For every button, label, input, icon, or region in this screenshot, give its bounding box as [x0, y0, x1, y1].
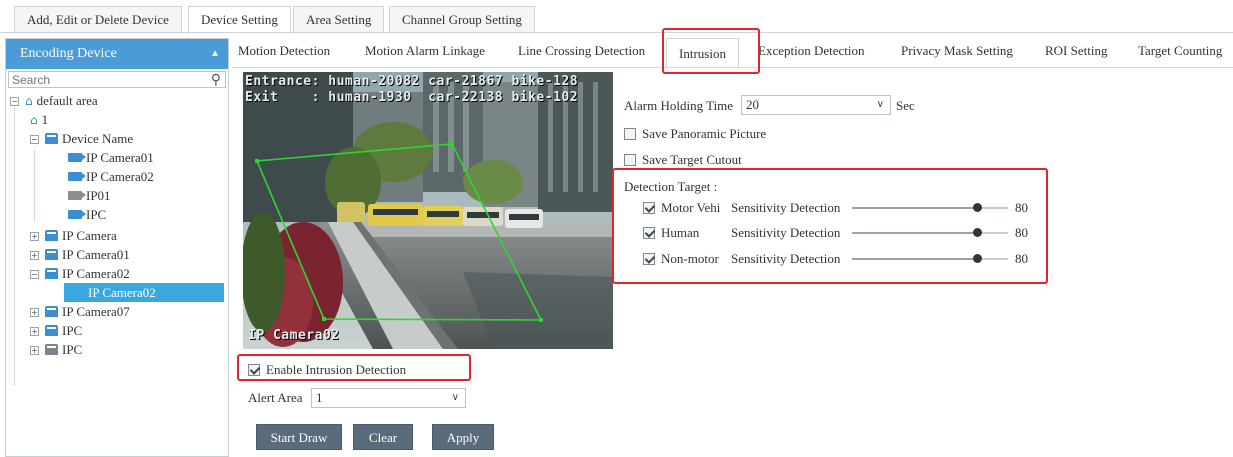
- device-icon: [45, 268, 58, 279]
- checkbox-icon[interactable]: [624, 154, 636, 166]
- expand-icon[interactable]: +: [30, 251, 39, 260]
- tab-line-crossing-detection[interactable]: Line Crossing Detection: [518, 36, 645, 66]
- tree-node-ipc-device-offline[interactable]: + IPC: [30, 340, 82, 359]
- sidebar-title: Encoding Device: [20, 46, 117, 61]
- save-target-cutout-checkbox[interactable]: Save Target Cutout: [624, 152, 742, 168]
- camera-icon: [68, 153, 86, 162]
- tree-node-ipc-device[interactable]: + IPC: [30, 321, 82, 340]
- tree-guide-line: [34, 151, 35, 221]
- tree-node-ip-camera07[interactable]: + IP Camera07: [30, 302, 130, 321]
- tree-label: IP Camera: [62, 228, 117, 243]
- device-icon: [45, 306, 58, 317]
- tab-roi-setting[interactable]: ROI Setting: [1045, 36, 1107, 66]
- osd-entrance-counts: Entrance: human-20082 car-21867 bike-128: [245, 74, 579, 89]
- tree-label: IPC: [86, 207, 107, 222]
- device-icon: [45, 133, 58, 144]
- osd-exit-counts: Exit : human-1930 car-22138 bike-102: [245, 90, 579, 105]
- highlight-intrusion-tab: [662, 28, 760, 74]
- start-draw-button[interactable]: Start Draw: [256, 424, 342, 450]
- camera-icon: [68, 172, 86, 181]
- tab-add-edit-delete-device[interactable]: Add, Edit or Delete Device: [14, 6, 182, 32]
- tree-label: IPC: [62, 342, 83, 357]
- search-icon[interactable]: ⚲: [211, 72, 221, 89]
- highlight-enable-intrusion: [237, 354, 471, 381]
- device-icon: [45, 325, 58, 336]
- video-preview[interactable]: Entrance: human-20082 car-21867 bike-128…: [243, 72, 613, 349]
- osd-camera-name: IP Camera02: [248, 328, 340, 343]
- camera-icon: [68, 210, 86, 219]
- alert-area-value: 1: [316, 390, 323, 405]
- tree-node-default-area[interactable]: − ⌂ default area: [10, 91, 98, 110]
- search-input[interactable]: [9, 72, 189, 88]
- tree-node-ip-camera02-device[interactable]: − IP Camera02: [30, 264, 130, 283]
- tab-motion-detection[interactable]: Motion Detection: [238, 36, 330, 66]
- tree-label: IP Camera02: [86, 169, 154, 184]
- chevron-down-icon: ∨: [451, 392, 459, 403]
- tree-node-ip-camera01-device[interactable]: + IP Camera01: [30, 245, 130, 264]
- tree-node-ip-camera02[interactable]: IP Camera02: [68, 167, 154, 186]
- alarm-holding-unit: Sec: [896, 98, 915, 113]
- tab-exception-detection[interactable]: Exception Detection: [758, 36, 865, 66]
- alarm-holding-time-select[interactable]: 20 ∨: [741, 95, 891, 115]
- checkbox-icon[interactable]: [624, 128, 636, 140]
- camera-offline-icon: [68, 191, 86, 200]
- device-offline-icon: [45, 344, 58, 355]
- sidebar-header[interactable]: Encoding Device ▲: [6, 39, 228, 69]
- tree-label: Device Name: [62, 131, 134, 146]
- save-cutout-label: Save Target Cutout: [642, 152, 742, 167]
- alarm-holding-time-value: 20: [746, 97, 759, 112]
- tab-area-setting[interactable]: Area Setting: [293, 6, 385, 32]
- tree-node-ip-camera01[interactable]: IP Camera01: [68, 148, 154, 167]
- home-icon: ⌂: [30, 113, 38, 127]
- chevron-down-icon: ∨: [876, 99, 884, 110]
- apply-button[interactable]: Apply: [432, 424, 494, 450]
- expand-icon[interactable]: +: [30, 308, 39, 317]
- device-sidebar: Encoding Device ▲ ⚲ −⌂default area ⌂1 −D…: [5, 38, 229, 457]
- expand-icon[interactable]: +: [30, 327, 39, 336]
- tree-label: IPC: [62, 323, 83, 338]
- tree-node-ip01[interactable]: IP01: [68, 186, 111, 205]
- tree-label: 1: [41, 112, 49, 127]
- tree-label: IP Camera01: [62, 247, 130, 262]
- search-box: ⚲: [8, 71, 226, 88]
- tab-device-setting[interactable]: Device Setting: [188, 6, 291, 34]
- collapse-icon[interactable]: −: [30, 135, 39, 144]
- tree-label: IP Camera07: [62, 304, 130, 319]
- alarm-holding-time-label: Alarm Holding Time: [624, 98, 734, 113]
- tree-label: IP Camera02: [88, 285, 156, 300]
- tree-node-ipc[interactable]: IPC: [68, 205, 106, 224]
- tree-label: default area: [36, 93, 98, 108]
- collapse-icon[interactable]: −: [10, 97, 19, 106]
- save-panoramic-label: Save Panoramic Picture: [642, 126, 767, 141]
- tab-channel-group-setting[interactable]: Channel Group Setting: [389, 6, 535, 32]
- device-icon: [45, 249, 58, 260]
- tab-target-counting[interactable]: Target Counting: [1138, 36, 1222, 66]
- tree-node-ip-camera02-channel[interactable]: IP Camera02: [64, 283, 224, 302]
- collapse-icon[interactable]: −: [30, 270, 39, 279]
- tree-node-ip-camera[interactable]: + IP Camera: [30, 226, 117, 245]
- home-icon: ⌂: [25, 94, 33, 108]
- tab-privacy-mask-setting[interactable]: Privacy Mask Setting: [901, 36, 1013, 66]
- tree-label: IP Camera02: [62, 266, 130, 281]
- tree-guide-line: [14, 105, 15, 385]
- tree-label: IP Camera01: [86, 150, 154, 165]
- save-panoramic-checkbox[interactable]: Save Panoramic Picture: [624, 126, 766, 142]
- tab-divider: [0, 32, 1233, 33]
- tree-label: IP01: [86, 188, 111, 203]
- tree-node-area-1[interactable]: ⌂ 1: [30, 110, 48, 129]
- device-icon: [45, 230, 58, 241]
- alert-area-select[interactable]: 1 ∨: [311, 388, 466, 408]
- tree-node-device-name[interactable]: − Device Name: [30, 129, 133, 148]
- tab-motion-alarm-linkage[interactable]: Motion Alarm Linkage: [365, 36, 485, 66]
- highlight-detection-target: [612, 168, 1048, 284]
- expand-icon[interactable]: +: [30, 346, 39, 355]
- video-scene: [243, 72, 613, 349]
- clear-button[interactable]: Clear: [353, 424, 413, 450]
- expand-icon[interactable]: +: [30, 232, 39, 241]
- top-tab-bar: Add, Edit or Delete Device Device Settin…: [0, 0, 1233, 34]
- chevron-up-icon[interactable]: ▲: [210, 39, 220, 69]
- alert-area-label: Alert Area: [248, 390, 303, 405]
